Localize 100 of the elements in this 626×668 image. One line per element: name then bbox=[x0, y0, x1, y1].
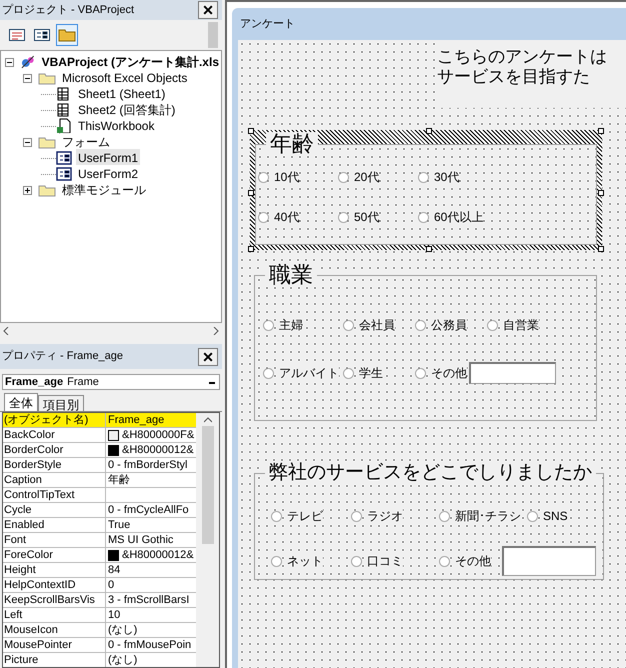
property-row[interactable]: Cycle 0 - fmCycleAllFo bbox=[3, 503, 196, 518]
property-row[interactable]: BorderStyle 0 - fmBorderStyl bbox=[3, 458, 196, 473]
plus-icon bbox=[24, 186, 31, 194]
resize-handle[interactable] bbox=[598, 190, 604, 196]
resize-handle[interactable] bbox=[248, 190, 254, 196]
frame-caption: 職業 bbox=[265, 263, 317, 287]
property-row[interactable]: Left 10 bbox=[3, 608, 196, 623]
property-row[interactable]: KeepScrollBarsVis 3 - fmScrollBarsI bbox=[3, 593, 196, 608]
resize-handle[interactable] bbox=[248, 246, 254, 252]
collapse-toggle[interactable] bbox=[5, 58, 14, 66]
radio-label: 自営業 bbox=[503, 316, 539, 334]
resize-handle[interactable] bbox=[248, 128, 254, 134]
property-value: 0 - fmCycleAllFo bbox=[108, 503, 189, 517]
form-icon bbox=[56, 166, 72, 182]
property-row[interactable]: BorderColor &H80000012& bbox=[3, 443, 196, 458]
radio-button[interactable] bbox=[338, 172, 349, 182]
toolbar-button[interactable] bbox=[56, 24, 78, 46]
form-canvas[interactable]: こちらのアンケートは サービスを目指すた 年齢 10代 20代 30代 40代 50代 60代以上 職業 主婦 会社員 公務員 自営業 アルバイト 学生 その他 弊社のサービスをどこでしりましたか テレビ ラジオ 新聞･チラシ SNS ネット 口コミ その他 bbox=[238, 40, 626, 668]
view-object-icon bbox=[34, 29, 50, 41]
property-name: HelpContextID bbox=[3, 578, 106, 592]
property-name: KeepScrollBarsVis bbox=[3, 593, 106, 607]
property-row[interactable]: Font MS UI Gothic bbox=[3, 533, 196, 548]
project-icon bbox=[20, 54, 36, 70]
resize-handle[interactable] bbox=[426, 246, 432, 252]
property-value: 84 bbox=[108, 563, 120, 577]
tree-item[interactable]: Sheet2 (回答集計) bbox=[76, 101, 178, 119]
scroll-up-icon bbox=[204, 417, 212, 423]
property-name: Left bbox=[3, 608, 106, 622]
radio-button[interactable] bbox=[415, 368, 426, 378]
radio-button[interactable] bbox=[418, 172, 429, 182]
radio-button[interactable] bbox=[351, 510, 362, 522]
intro-label: こちらのアンケートは サービスを目指すた bbox=[435, 42, 626, 108]
property-row[interactable]: Caption 年齢 bbox=[3, 473, 196, 488]
radio-button[interactable] bbox=[527, 510, 538, 522]
vertical-scrollbar[interactable] bbox=[196, 413, 219, 667]
radio-button[interactable] bbox=[487, 320, 498, 330]
text-field[interactable] bbox=[469, 362, 556, 384]
radio-button[interactable] bbox=[258, 212, 269, 222]
collapse-toggle[interactable] bbox=[23, 74, 32, 82]
panel-title: プロパティ - Frame_age bbox=[2, 348, 124, 364]
frame-caption: 弊社のサービスをどこでしりましたか bbox=[265, 462, 596, 484]
radio-button[interactable] bbox=[258, 172, 269, 182]
frame[interactable]: 弊社のサービスをどこでしりましたか テレビ ラジオ 新聞･チラシ SNS ネット 口コミ その他 bbox=[254, 462, 604, 580]
property-value: Frame_age bbox=[108, 413, 164, 427]
resize-handle[interactable] bbox=[426, 128, 432, 134]
radio-button[interactable] bbox=[439, 556, 450, 566]
scroll-thumb[interactable] bbox=[202, 426, 214, 544]
property-row[interactable]: MouseIcon (なし) bbox=[3, 623, 196, 638]
tree-item[interactable]: VBAProject (アンケート集計.xls bbox=[40, 53, 221, 71]
property-name: ControlTipText bbox=[3, 488, 106, 502]
scroll-left-icon bbox=[3, 327, 9, 335]
tab[interactable]: 全体 bbox=[4, 393, 38, 411]
radio-button[interactable] bbox=[263, 368, 274, 378]
close-button[interactable]: × bbox=[198, 348, 218, 366]
property-value: 3 - fmScrollBarsI bbox=[108, 593, 190, 607]
radio-button[interactable] bbox=[415, 320, 426, 330]
frame-caption: 年齢 bbox=[266, 132, 318, 156]
radio-button[interactable] bbox=[343, 368, 354, 378]
property-name: BackColor bbox=[3, 428, 106, 442]
property-row[interactable]: ForeColor &H80000012& bbox=[3, 548, 196, 563]
tab[interactable]: 項目別 bbox=[38, 395, 84, 411]
collapse-toggle[interactable] bbox=[23, 138, 32, 146]
radio-button[interactable] bbox=[343, 320, 354, 330]
window-title: アンケート bbox=[240, 16, 295, 32]
radio-button[interactable] bbox=[271, 556, 282, 566]
object-name: Frame_age bbox=[5, 374, 64, 390]
close-button[interactable]: × bbox=[198, 1, 218, 19]
property-name: Caption bbox=[3, 473, 106, 487]
property-row[interactable]: Enabled True bbox=[3, 518, 196, 533]
radio-button[interactable] bbox=[439, 510, 450, 522]
property-value: 10 bbox=[108, 608, 120, 622]
property-name: (オブジェクト名) bbox=[3, 413, 106, 427]
property-value: 年齢 bbox=[108, 473, 130, 487]
property-name: Font bbox=[3, 533, 106, 547]
property-row[interactable]: Height 84 bbox=[3, 563, 196, 578]
resize-handle[interactable] bbox=[598, 128, 604, 134]
expand-toggle[interactable] bbox=[23, 186, 32, 194]
radio-button[interactable] bbox=[351, 556, 362, 566]
frame[interactable]: 職業 主婦 会社員 公務員 自営業 アルバイト 学生 その他 bbox=[254, 263, 597, 421]
property-value: (なし) bbox=[108, 653, 138, 667]
scroll-right-icon bbox=[213, 327, 219, 335]
resize-handle[interactable] bbox=[598, 246, 604, 252]
property-name: MouseIcon bbox=[3, 623, 106, 637]
radio-button[interactable] bbox=[263, 320, 274, 330]
panel-title: プロジェクト - VBAProject bbox=[2, 2, 134, 18]
property-name: Cycle bbox=[3, 503, 106, 517]
property-row[interactable]: HelpContextID 0 bbox=[3, 578, 196, 593]
property-row[interactable]: ControlTipText bbox=[3, 488, 196, 503]
userform-window[interactable]: アンケート こちらのアンケートは サービスを目指すた 年齢 10代 20代 30代 40代 50代 60代以上 職業 主婦 会社員 公務員 自営業 アルバイト 学生 その他 弊社のサービスをどこでしりましたか テレビ ラジオ 新聞･チラシ SNS ネット 口コミ その他 bbox=[232, 8, 626, 668]
text-field[interactable] bbox=[502, 546, 596, 576]
folder-icon bbox=[38, 135, 56, 149]
radio-button[interactable] bbox=[338, 212, 349, 222]
property-row[interactable]: (オブジェクト名) Frame_age bbox=[3, 413, 196, 428]
radio-button[interactable] bbox=[418, 212, 429, 222]
property-row[interactable]: BackColor &H8000000F& bbox=[3, 428, 196, 443]
property-value: &H80000012& bbox=[122, 443, 194, 457]
object-dropdown[interactable]: Frame_age Frame bbox=[2, 374, 220, 390]
radio-label: 60代以上 bbox=[434, 208, 484, 226]
radio-button[interactable] bbox=[271, 510, 282, 522]
property-row[interactable]: MousePointer 0 - fmMousePoin bbox=[3, 638, 196, 653]
